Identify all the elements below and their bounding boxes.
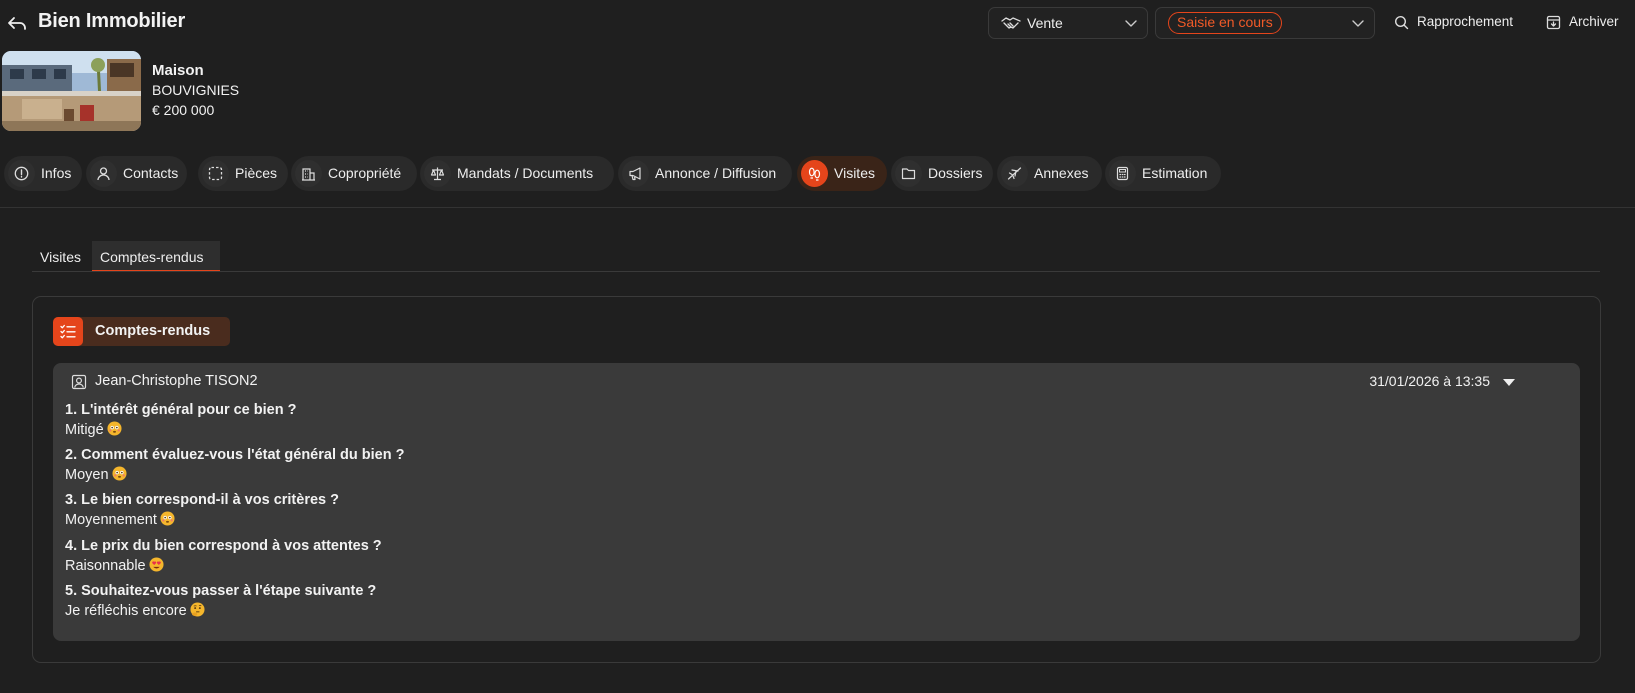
page-title: Bien Immobilier: [38, 10, 186, 32]
answer-text: Mitigé: [65, 422, 104, 438]
top-bar: Bien Immobilier Vente Saisie en cours Ra…: [0, 0, 1635, 46]
report-answer: Je réfléchis encore: [65, 601, 376, 621]
report-answer: Moyen: [65, 465, 404, 485]
report-item: 5. Souhaitez-vous passer à l'étape suiva…: [65, 581, 376, 621]
tab-dossiers[interactable]: Dossiers: [891, 156, 993, 191]
folder-icon: [895, 160, 922, 187]
tab-label: Dossiers: [928, 165, 983, 181]
contact-card-icon: [71, 374, 87, 390]
subtab-visites[interactable]: Visites: [32, 241, 91, 272]
tab-label: Contacts: [123, 165, 179, 181]
report-question: 1. L'intérêt général pour ce bien ?: [65, 402, 297, 418]
flushed-face-emoji: [112, 466, 127, 481]
dashed-square-icon: [202, 160, 229, 187]
tab-pieces[interactable]: Pièces: [198, 156, 288, 191]
section-divider: [0, 207, 1635, 208]
report-item: 4. Le prix du bien correspond à vos atte…: [65, 536, 382, 576]
transaction-type-select[interactable]: Vente: [988, 7, 1148, 39]
tab-label: Annonce / Diffusion: [655, 165, 777, 181]
tab-visites[interactable]: Visites: [797, 156, 887, 191]
building-icon: [295, 160, 322, 187]
report-question: 4. Le prix du bien correspond à vos atte…: [65, 538, 382, 554]
calculator-icon: [1109, 160, 1136, 187]
report-question: 3. Le bien correspond-il à vos critères …: [65, 492, 339, 508]
card-title: Comptes-rendus: [95, 323, 211, 339]
report-item: 3. Le bien correspond-il à vos critères …: [65, 490, 339, 530]
report-question: 5. Souhaitez-vous passer à l'étape suiva…: [65, 583, 377, 599]
report-item: 2. Comment évaluez-vous l'état général d…: [65, 445, 404, 485]
checklist-icon: [53, 317, 83, 346]
tab-contacts[interactable]: Contacts: [86, 156, 187, 191]
handshake-icon: [1001, 15, 1021, 31]
answer-text: Raisonnable: [65, 558, 146, 574]
subtab-underline: [32, 271, 1600, 272]
info-icon: [8, 160, 35, 187]
archiver-label: Archiver: [1569, 14, 1619, 29]
tab-estimation[interactable]: Estimation: [1105, 156, 1221, 191]
collapse-toggle-icon[interactable]: [1495, 371, 1523, 393]
rapprochement-label: Rapprochement: [1417, 14, 1514, 29]
flushed-face-emoji: [160, 511, 175, 526]
answer-text: Je réfléchis encore: [65, 603, 187, 619]
report-item: 1. L'intérêt général pour ce bien ? Miti…: [65, 400, 296, 440]
report-answer: Raisonnable: [65, 556, 382, 576]
tab-infos[interactable]: Infos: [4, 156, 82, 191]
search-icon: [1394, 15, 1409, 30]
thinking-face-emoji: [190, 602, 205, 617]
property-price: € 200 000: [152, 102, 215, 118]
tab-mandats-documents[interactable]: Mandats / Documents: [420, 156, 614, 191]
report-answer: Mitigé: [65, 420, 296, 440]
tab-label: Estimation: [1142, 165, 1208, 181]
chevron-down-icon: [1352, 18, 1364, 28]
answer-text: Moyennement: [65, 512, 157, 528]
rapprochement-button[interactable]: Rapprochement: [1394, 13, 1524, 33]
answer-text: Moyen: [65, 467, 109, 483]
back-arrow-icon[interactable]: [6, 12, 28, 34]
property-type: Maison: [152, 62, 204, 79]
subtab-comptes-rendus[interactable]: Comptes-rendus: [92, 241, 220, 272]
property-photo[interactable]: [2, 51, 141, 131]
tab-label: Pièces: [235, 165, 278, 181]
card-header: Comptes-rendus: [53, 317, 230, 346]
tab-label: Copropriété: [328, 165, 402, 181]
archive-icon: [1546, 15, 1561, 30]
tab-label: Visites: [834, 165, 875, 181]
status-badge: Saisie en cours: [1168, 12, 1282, 34]
report-panel: Jean-Christophe TISON2 31/01/2026 à 13:3…: [53, 363, 1580, 641]
report-answer: Moyennement: [65, 510, 339, 530]
status-select[interactable]: Saisie en cours: [1155, 7, 1375, 39]
tab-annexes[interactable]: Annexes: [997, 156, 1102, 191]
tab-label: Infos: [41, 165, 72, 181]
flushed-face-emoji: [107, 421, 122, 436]
report-visitor-name: Jean-Christophe TISON2: [95, 373, 258, 389]
transaction-type-value: Vente: [1027, 15, 1063, 31]
tab-annonce-diffusion[interactable]: Annonce / Diffusion: [618, 156, 792, 191]
property-city: BOUVIGNIES: [152, 82, 240, 98]
plane-icon: [1001, 160, 1028, 187]
scale-icon: [424, 160, 451, 187]
report-question: 2. Comment évaluez-vous l'état général d…: [65, 447, 405, 463]
tab-label: Annexes: [1034, 165, 1089, 181]
heart-eyes-emoji: [149, 557, 164, 572]
comptes-rendus-card: Comptes-rendus Jean-Christophe TISON2 31…: [32, 296, 1601, 663]
tab-label: Mandats / Documents: [457, 165, 594, 181]
chevron-down-icon: [1125, 18, 1137, 28]
archiver-button[interactable]: Archiver: [1546, 13, 1631, 33]
user-icon: [90, 160, 117, 187]
tab-copropriete[interactable]: Copropriété: [291, 156, 417, 191]
footprints-icon: [801, 160, 828, 187]
megaphone-icon: [622, 160, 649, 187]
report-date: 31/01/2026 à 13:35: [1369, 373, 1490, 389]
